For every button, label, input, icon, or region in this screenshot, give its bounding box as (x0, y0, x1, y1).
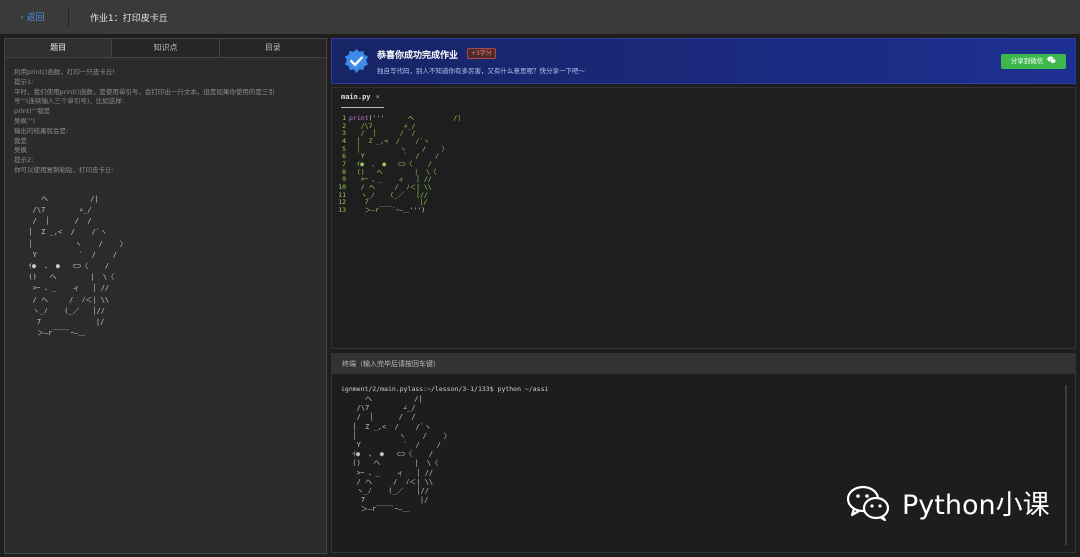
problem-line: 利用print()函数，打印一只皮卡丘! (14, 68, 115, 76)
problem-description: 利用print()函数，打印一只皮卡丘! 提示1: 平时，我们使用print()… (5, 58, 326, 349)
banner-title: 恭喜你成功完成作业 (377, 51, 459, 61)
tab-knowledge[interactable]: 知识点 (112, 39, 220, 57)
page-title: 作业1：打印皮卡丘 (90, 14, 168, 24)
problem-line: 你可以使用复制粘贴，打印皮卡丘: (14, 165, 114, 174)
tab-contents[interactable]: 目录 (220, 39, 326, 57)
credit-badge: +3学分 (467, 48, 496, 59)
code-string: へ /| /\7 ∠_/ / │ / / │ Z _,< / /`ヽ │ ヽ /… (356, 114, 462, 214)
tab-problem[interactable]: 题目 (5, 39, 113, 57)
code-editor[interactable]: main.py × 1 2 3 4 5 6 7 8 9 10 11 12 13 p… (331, 87, 1076, 349)
file-tab-label: main.py (341, 93, 371, 101)
chevron-left-icon: ‹ (20, 13, 24, 23)
problem-line: 提示2: (14, 156, 34, 165)
pikachu-ascii-art: へ /| /\7 ∠_/ / │ / / │ Z _,< / /`ヽ │ ヽ /… (28, 194, 127, 338)
code-area[interactable]: 1 2 3 4 5 6 7 8 9 10 11 12 13 print(''' … (332, 114, 462, 215)
problem-line: 提示1: (14, 77, 34, 86)
terminal-header: 终端（输入完毕后请按回车键） (332, 354, 1075, 374)
verified-badge-icon (344, 48, 369, 74)
problem-line: 我是 (14, 136, 27, 145)
back-button[interactable]: ‹ 返回 (20, 10, 45, 23)
wechat-icon (1047, 56, 1057, 64)
watermark: Python小课 (846, 483, 1050, 522)
terminal-scrollbar[interactable] (1065, 385, 1067, 545)
close-tab-icon[interactable]: × (376, 93, 380, 101)
problem-line: 输出的结果就会是: (14, 126, 69, 135)
problem-line: print('''我是 (14, 107, 51, 116)
problem-line: 吴枫''') (14, 116, 35, 125)
top-bar: ‹ 返回 作业1：打印皮卡丘 (0, 0, 1080, 34)
share-label: 分享到微信 (1010, 57, 1044, 65)
share-wechat-button[interactable]: 分享到微信 (1001, 54, 1066, 69)
terminal-prompt: ignment/2/main.pylass:~/lesson/3-1/133$ … (341, 385, 549, 393)
success-banner: 恭喜你成功完成作业 +3学分 独自写代码，别人不知道你有多厉害，又有什么意思呢？… (331, 38, 1076, 84)
terminal-panel[interactable]: 终端（输入完毕后请按回车键） ignment/2/main.pylass:~/l… (331, 353, 1076, 553)
code-content[interactable]: print(''' へ /| /\7 ∠_/ / │ / / │ Z _,< /… (349, 114, 462, 215)
file-tab-main-py[interactable]: main.py × (341, 93, 384, 108)
problem-line: 号'''(连续输入三个单引号)，比如这样: (14, 97, 125, 106)
panel-tabs: 题目 知识点 目录 (5, 39, 326, 58)
divider (68, 7, 69, 27)
watermark-text: Python小课 (902, 490, 1050, 521)
terminal-output: へ /| /\7 ∠_/ / │ / / │ Z _,< / /`ヽ │ ヽ /… (352, 395, 451, 514)
line-numbers: 1 2 3 4 5 6 7 8 9 10 11 12 13 (338, 114, 346, 214)
code-close-quote: ''') (409, 205, 426, 214)
wechat-logo-icon (846, 485, 890, 521)
problem-line: 吴枫 (14, 146, 27, 155)
problem-line: 平时，我们使用print()函数，是使用单引号，会打印出一行文本。但是如果你使用… (14, 87, 275, 96)
back-label: 返回 (26, 13, 45, 23)
problem-panel: 题目 知识点 目录 利用print()函数，打印一只皮卡丘! 提示1: 平时，我… (4, 38, 327, 554)
banner-subtitle: 独自写代码，别人不知道你有多厉害，又有什么意思呢？快分享一下吧～ (377, 67, 585, 75)
